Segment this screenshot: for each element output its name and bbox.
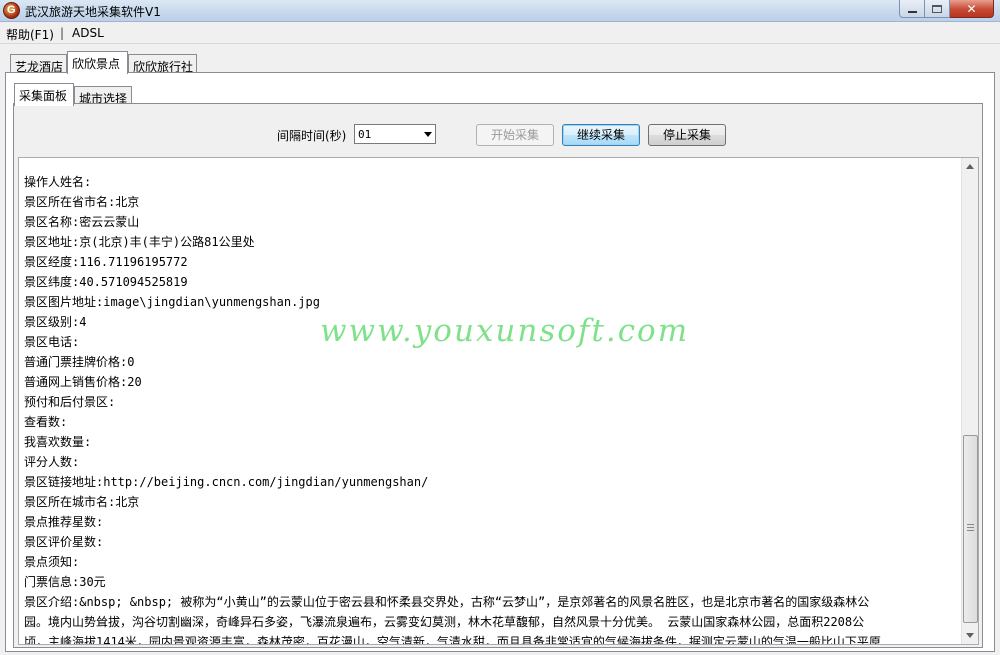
interval-label: 间隔时间(秒) bbox=[277, 129, 347, 143]
app-logo-icon: G bbox=[3, 2, 20, 19]
log-textarea[interactable]: 操作人姓名: 景区所在省市名:北京 景区名称:密云云蒙山景区地址:京(北京)丰(丰宁… bbox=[18, 157, 979, 645]
log-line: 景区所在省市名:北京 bbox=[24, 195, 140, 209]
menu-help[interactable]: 帮助(F1) bbox=[6, 26, 54, 43]
log-line: 景区纬度:40.571094525819 bbox=[24, 275, 188, 289]
log-line-partial bbox=[24, 158, 959, 172]
maximize-icon bbox=[932, 4, 942, 13]
tab-collect-panel[interactable]: 采集面板 bbox=[14, 83, 74, 106]
window-title: 武汉旅游天地采集软件V1 bbox=[25, 5, 161, 19]
log-line: 景区介绍:&nbsp; &nbsp; 被称为“小黄山”的云蒙山位于密云县和怀柔县… bbox=[24, 595, 870, 609]
log-line: 景点须知: bbox=[24, 555, 80, 569]
menu-adsl[interactable]: ADSL bbox=[72, 26, 104, 40]
log-line: 顷，主峰海拔1414米，园内景观资源丰富，森林茂密，百花漫山，空气清新，气清水甜… bbox=[24, 635, 881, 645]
log-line: 普通门票挂牌价格:0 bbox=[24, 355, 135, 369]
interval-select[interactable]: 01 bbox=[354, 124, 436, 144]
log-line: 景区经度:116.71196195772 bbox=[24, 255, 188, 269]
interval-value: 01 bbox=[358, 128, 372, 141]
log-line: 景区名称:密云云蒙山 bbox=[24, 215, 140, 229]
watermark-text: www.youxunsoft.com bbox=[320, 313, 690, 349]
log-line: 查看数: bbox=[24, 415, 68, 429]
tab-xinxin-scenic[interactable]: 欣欣景点 bbox=[67, 51, 128, 74]
title-bar: G 武汉旅游天地采集软件V1 ✕ bbox=[0, 0, 1000, 22]
scrollbar-thumb[interactable] bbox=[963, 435, 978, 623]
log-lines: 操作人姓名: 景区所在省市名:北京 景区名称:密云云蒙山景区地址:京(北京)丰(丰宁… bbox=[24, 158, 959, 645]
scroll-down-arrow-icon[interactable] bbox=[966, 633, 974, 638]
menu-separator: | bbox=[60, 26, 65, 40]
log-line: 操作人姓名: bbox=[24, 175, 92, 189]
log-line: 预付和后付景区: bbox=[24, 395, 116, 409]
window-controls: ✕ bbox=[899, 0, 994, 18]
close-button[interactable]: ✕ bbox=[950, 0, 994, 18]
log-line: 景区图片地址:image\jingdian\yunmengshan.jpg bbox=[24, 295, 320, 309]
grip-icon bbox=[967, 524, 974, 531]
minimize-button[interactable] bbox=[899, 0, 925, 18]
log-line: 景点推荐星数: bbox=[24, 515, 104, 529]
maximize-button[interactable] bbox=[925, 0, 950, 18]
minimize-icon bbox=[907, 10, 917, 13]
tab-xinxin-travel-agency[interactable]: 欣欣旅行社 bbox=[128, 54, 197, 74]
scroll-up-arrow-icon[interactable] bbox=[966, 164, 974, 169]
start-collect-button[interactable]: 开始采集 bbox=[476, 124, 554, 146]
log-line: 景区地址:京(北京)丰(丰宁)公路81公里处 bbox=[24, 235, 255, 249]
vertical-scrollbar[interactable] bbox=[961, 158, 978, 644]
log-line: 景区评价星数: bbox=[24, 535, 104, 549]
log-line: 我喜欢数量: bbox=[24, 435, 92, 449]
log-line: 景区链接地址:http://beijing.cncn.com/jingdian/… bbox=[24, 475, 429, 489]
dropdown-arrow-icon[interactable] bbox=[424, 132, 432, 137]
stop-collect-button[interactable]: 停止采集 bbox=[648, 124, 726, 146]
continue-collect-button[interactable]: 继续采集 bbox=[562, 124, 640, 146]
menu-bar: 帮助(F1) | ADSL bbox=[0, 23, 1000, 44]
tab-elong-hotel[interactable]: 艺龙酒店 bbox=[10, 54, 67, 74]
log-line: 评分人数: bbox=[24, 455, 80, 469]
log-line: 门票信息:30元 bbox=[24, 575, 106, 589]
close-icon: ✕ bbox=[966, 1, 977, 16]
log-line: 景区所在城市名:北京 bbox=[24, 495, 140, 509]
log-line: 普通网上销售价格:20 bbox=[24, 375, 142, 389]
log-line: 园。境内山势耸拔，沟谷切割幽深，奇峰异石多姿，飞瀑流泉遍布，云雾变幻莫测，林木花… bbox=[24, 615, 865, 629]
